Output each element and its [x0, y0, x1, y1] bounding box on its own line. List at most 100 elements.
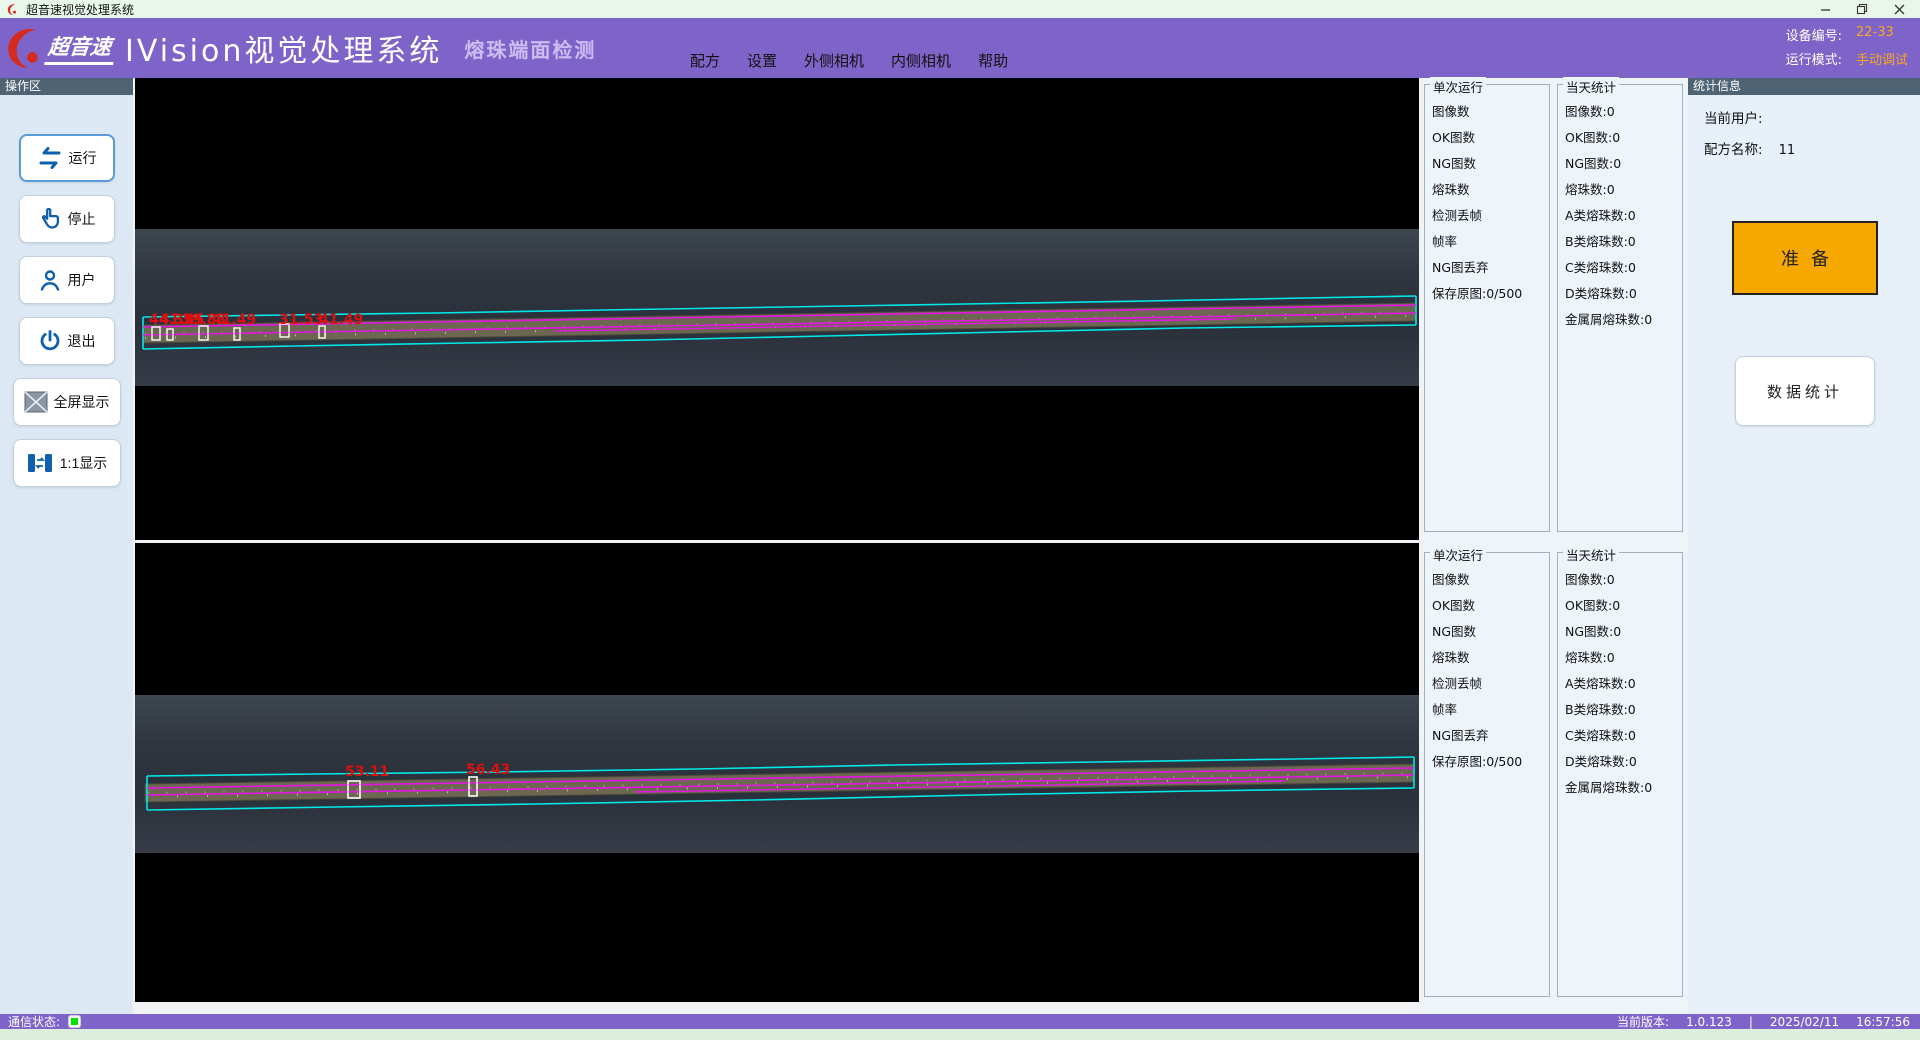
stop-button[interactable]: 停止 — [19, 195, 115, 243]
statistics-column: 单次运行 图像数 OK图数 NG图数 熔珠数 检测丢帧 帧率 NG图丢弃 保存原… — [1422, 78, 1685, 1014]
user-button-label: 用户 — [68, 270, 96, 290]
stat-row: B类熔珠数:0 — [1565, 231, 1682, 252]
recipe-name-label: 配方名称: — [1704, 142, 1763, 158]
stat-row: C类熔珠数:0 — [1565, 257, 1682, 278]
weld-bead — [145, 764, 1414, 802]
close-icon[interactable] — [1884, 1, 1914, 17]
stat-row: 检测丢帧 — [1432, 205, 1549, 226]
device-info: 设备编号: 22-33 运行模式: 手动调试 — [1786, 25, 1908, 73]
run-mode-label: 运行模式: — [1786, 49, 1842, 68]
app-title: IVision视觉处理系统 — [125, 26, 442, 70]
data-statistics-button[interactable]: 数据统计 — [1735, 356, 1875, 426]
menu-outer-camera[interactable]: 外侧相机 — [804, 50, 864, 71]
recipe-name-value: 11 — [1779, 143, 1796, 158]
brand-swoosh-icon — [4, 25, 46, 71]
user-button[interactable]: 用户 — [19, 256, 115, 304]
stop-button-label: 停止 — [68, 209, 96, 229]
fullscreen-icon — [24, 391, 48, 413]
desktop-strip — [0, 1029, 1920, 1040]
daily-stats-groupbox: 当天统计 图像数:0 OK图数:0 NG图数:0 熔珠数:0 A类熔珠数:0 B… — [1557, 84, 1683, 532]
power-icon — [38, 329, 62, 353]
status-bar: 通信状态: 当前版本: 1.0.123 | 2025/02/11 16:57:5… — [0, 1014, 1920, 1029]
version-label: 当前版本: — [1617, 1013, 1669, 1030]
fullscreen-button-label: 全屏显示 — [54, 392, 110, 412]
menu-settings[interactable]: 设置 — [747, 50, 777, 71]
info-panel-title: 统计信息 — [1688, 78, 1920, 95]
stop-hand-icon — [38, 207, 62, 231]
measurement-label: 31.53 — [279, 312, 323, 328]
stat-row: 图像数:0 — [1565, 569, 1682, 590]
main-menu: 配方 设置 外侧相机 内侧相机 帮助 — [690, 50, 1008, 71]
status-separator: | — [1749, 1015, 1753, 1029]
version-value: 1.0.123 — [1686, 1015, 1732, 1029]
measurement-label: 41.49 — [212, 312, 256, 328]
ready-button[interactable]: 准备 — [1732, 221, 1878, 295]
stat-row: 帧率 — [1432, 699, 1549, 720]
stat-row: D类熔珠数:0 — [1565, 751, 1682, 772]
camera-viewports: 44.39 41.85 39.83 41.49 31.53 41.49 — [135, 78, 1419, 1014]
outer-camera-view[interactable]: 44.39 41.85 39.83 41.49 31.53 41.49 — [135, 78, 1419, 540]
single-run-groupbox: 单次运行 图像数 OK图数 NG图数 熔珠数 检测丢帧 帧率 NG图丢弃 保存原… — [1424, 84, 1550, 532]
restore-icon[interactable] — [1847, 1, 1877, 17]
stat-row: NG图数:0 — [1565, 621, 1682, 642]
stat-row: OK图数 — [1432, 595, 1549, 616]
menu-inner-camera[interactable]: 内侧相机 — [891, 50, 951, 71]
brand-logo: 超音速 — [4, 25, 115, 71]
stat-row: NG图丢弃 — [1432, 725, 1549, 746]
groupbox-title: 当天统计 — [1563, 545, 1619, 564]
stat-row: NG图数 — [1432, 621, 1549, 642]
groupbox-title: 当天统计 — [1563, 77, 1619, 96]
stat-row: B类熔珠数:0 — [1565, 699, 1682, 720]
exit-button[interactable]: 退出 — [19, 317, 115, 365]
app-subtitle: 熔珠端面检测 — [464, 34, 596, 63]
measurement-label: 53.11 — [345, 764, 389, 780]
stat-row: NG图丢弃 — [1432, 257, 1549, 278]
outer-camera-stats: 单次运行 图像数 OK图数 NG图数 熔珠数 检测丢帧 帧率 NG图丢弃 保存原… — [1424, 78, 1683, 540]
main-area: 操作区 运行 停止 — [0, 78, 1920, 1014]
stat-row: OK图数:0 — [1565, 595, 1682, 616]
titlebar: 超音速视觉处理系统 — [0, 0, 1920, 18]
current-user-label: 当前用户: — [1704, 111, 1763, 127]
outer-camera-annotations: 44.39 41.85 39.83 41.49 31.53 41.49 — [135, 78, 1419, 540]
stat-row: NG图数 — [1432, 153, 1549, 174]
stat-row: OK图数:0 — [1565, 127, 1682, 148]
statistics-info-panel: 统计信息 当前用户: 配方名称: 11 准备 数据统计 — [1688, 78, 1920, 1014]
stat-row: A类熔珠数:0 — [1565, 205, 1682, 226]
groupbox-title: 单次运行 — [1430, 545, 1486, 564]
stat-row: 图像数:0 — [1565, 101, 1682, 122]
app-header: 超音速 IVision视觉处理系统 熔珠端面检测 配方 设置 外侧相机 内侧相机… — [0, 18, 1920, 78]
app-logo-icon — [6, 3, 19, 16]
stat-row: 检测丢帧 — [1432, 673, 1549, 694]
run-button-label: 运行 — [69, 148, 97, 168]
stat-row: 熔珠数:0 — [1565, 179, 1682, 200]
menu-help[interactable]: 帮助 — [978, 50, 1008, 71]
stat-row: A类熔珠数:0 — [1565, 673, 1682, 694]
measurement-label: 56.43 — [466, 762, 510, 778]
fullscreen-button[interactable]: 全屏显示 — [13, 378, 121, 426]
run-mode-value: 手动调试 — [1856, 49, 1908, 68]
stat-row: 金属屑熔珠数:0 — [1565, 309, 1682, 330]
brand-name: 超音速 — [44, 31, 117, 65]
stat-row: C类熔珠数:0 — [1565, 725, 1682, 746]
user-icon — [38, 268, 62, 292]
status-time: 16:57:56 — [1856, 1015, 1910, 1029]
stat-row: 金属屑熔珠数:0 — [1565, 777, 1682, 798]
run-button[interactable]: 运行 — [19, 134, 115, 182]
stat-row: 熔珠数 — [1432, 647, 1549, 668]
inner-camera-view[interactable]: 53.11 56.43 — [135, 543, 1419, 1002]
stat-row: 熔珠数 — [1432, 179, 1549, 200]
device-number-label: 设备编号: — [1786, 25, 1842, 44]
menu-recipe[interactable]: 配方 — [690, 50, 720, 71]
stat-row: D类熔珠数:0 — [1565, 283, 1682, 304]
minimize-icon[interactable] — [1810, 1, 1840, 17]
one-to-one-button[interactable]: 1:1显示 — [13, 439, 121, 487]
stat-row: 熔珠数:0 — [1565, 647, 1682, 668]
comm-status-indicator — [68, 1015, 81, 1028]
stat-row: 图像数 — [1432, 101, 1549, 122]
status-date: 2025/02/11 — [1770, 1015, 1839, 1029]
comm-status-label: 通信状态: — [8, 1013, 60, 1030]
stat-row: 保存原图:0/500 — [1432, 283, 1549, 304]
one-to-one-icon — [26, 452, 54, 474]
single-run-groupbox: 单次运行 图像数 OK图数 NG图数 熔珠数 检测丢帧 帧率 NG图丢弃 保存原… — [1424, 552, 1550, 997]
measurement-label: 41.49 — [319, 312, 363, 328]
